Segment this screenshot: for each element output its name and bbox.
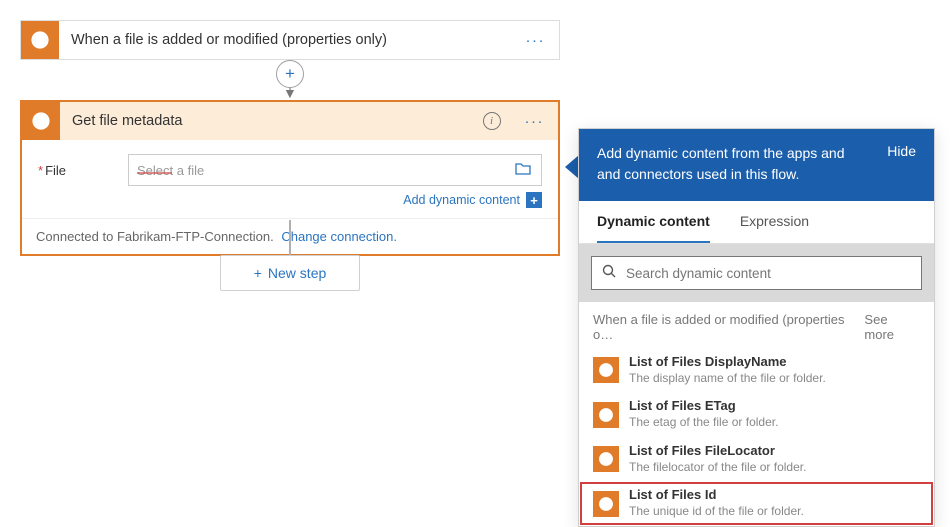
spellcheck-underline: [137, 172, 172, 174]
token-item-filelocator[interactable]: List of Files FileLocator The filelocato…: [579, 437, 934, 481]
token-section-header: When a file is added or modified (proper…: [579, 302, 934, 348]
folder-picker-icon[interactable]: [513, 162, 533, 179]
flyout-pointer: [565, 155, 579, 179]
file-field-row: *File: [38, 154, 542, 186]
flyout-header: Add dynamic content from the apps and an…: [579, 129, 934, 201]
flyout-tabs: Dynamic content Expression: [579, 201, 934, 244]
search-input[interactable]: [626, 266, 911, 281]
token-item-displayname[interactable]: List of Files DisplayName The display na…: [579, 348, 934, 392]
add-dynamic-plus-icon: +: [526, 192, 542, 208]
search-container: [579, 244, 934, 302]
tab-dynamic-content[interactable]: Dynamic content: [597, 201, 710, 243]
see-more-link[interactable]: See more: [864, 312, 920, 342]
change-connection-link[interactable]: Change connection.: [281, 229, 397, 244]
trigger-menu-button[interactable]: ···: [512, 32, 560, 49]
action-menu-button[interactable]: ···: [511, 113, 559, 130]
search-icon: [602, 264, 616, 283]
trigger-card[interactable]: When a file is added or modified (proper…: [20, 20, 560, 60]
add-step-button[interactable]: +: [276, 60, 304, 88]
trigger-title: When a file is added or modified (proper…: [59, 32, 512, 48]
ftp-connector-icon: [593, 446, 619, 472]
tab-expression[interactable]: Expression: [740, 201, 809, 243]
new-step-button[interactable]: + New step: [220, 255, 360, 291]
ftp-connector-icon: [593, 357, 619, 383]
ftp-connector-icon: [22, 102, 60, 140]
action-title: Get file metadata: [60, 113, 483, 129]
action-header[interactable]: Get file metadata i ···: [22, 102, 558, 140]
file-field-label: *File: [38, 163, 118, 178]
file-input-container: [128, 154, 542, 186]
dynamic-content-flyout: Add dynamic content from the apps and an…: [578, 128, 935, 527]
hide-flyout-link[interactable]: Hide: [887, 143, 916, 185]
connector-line: [289, 220, 291, 260]
ftp-connector-icon: [593, 402, 619, 428]
token-item-etag[interactable]: List of Files ETag The etag of the file …: [579, 392, 934, 436]
info-icon[interactable]: i: [483, 112, 501, 130]
plus-icon: +: [254, 265, 262, 281]
add-dynamic-content-link[interactable]: Add dynamic content +: [38, 186, 542, 208]
ftp-connector-icon: [593, 491, 619, 517]
file-input[interactable]: [137, 163, 513, 178]
token-item-id[interactable]: List of Files Id The unique id of the fi…: [579, 481, 934, 525]
ftp-connector-icon: [21, 21, 59, 59]
search-box: [591, 256, 922, 290]
